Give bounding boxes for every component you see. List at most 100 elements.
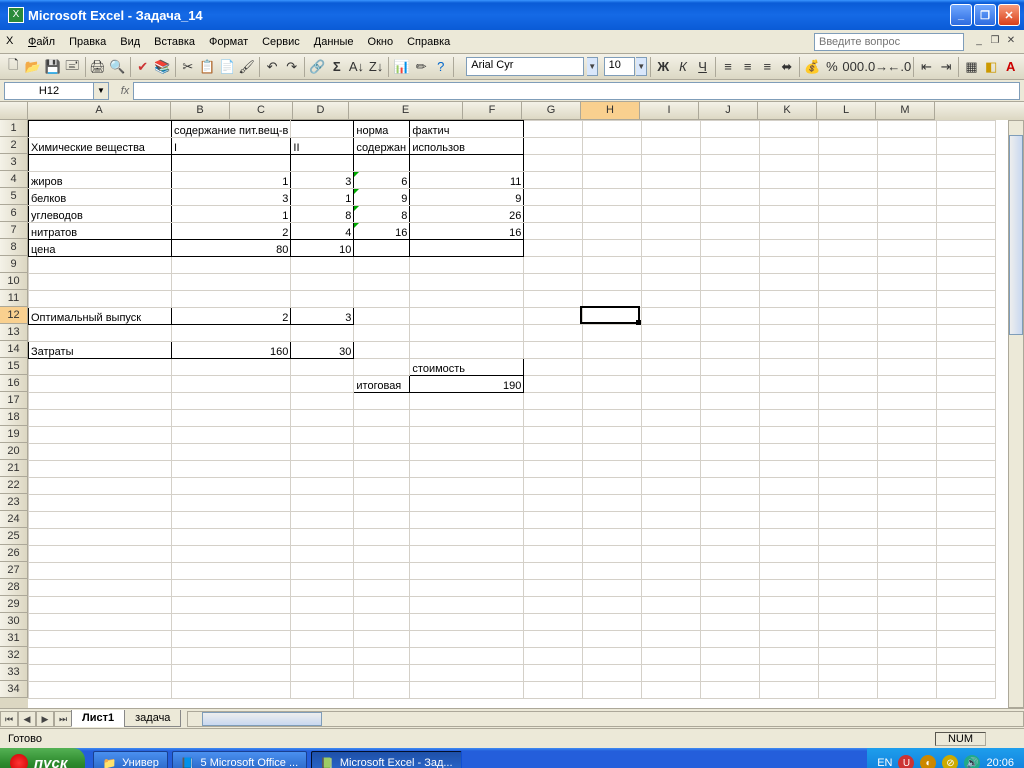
- cell-E17[interactable]: [410, 393, 524, 410]
- cell-F10[interactable]: [524, 274, 583, 291]
- spell-button[interactable]: ✔: [133, 56, 152, 78]
- cell-G3[interactable]: [583, 155, 642, 172]
- cell-J24[interactable]: [760, 512, 819, 529]
- cell-L30[interactable]: [878, 614, 937, 631]
- cell-H26[interactable]: [642, 546, 701, 563]
- cell-M25[interactable]: [937, 529, 996, 546]
- cell-F21[interactable]: [524, 461, 583, 478]
- minimize-button[interactable]: _: [950, 4, 972, 26]
- cell-D16[interactable]: итоговая: [354, 376, 410, 393]
- cell-G23[interactable]: [583, 495, 642, 512]
- formula-bar[interactable]: [133, 82, 1020, 100]
- cell-B25[interactable]: [172, 529, 291, 546]
- select-all-corner[interactable]: [0, 102, 28, 120]
- percent-button[interactable]: %: [823, 56, 842, 78]
- cell-D24[interactable]: [354, 512, 410, 529]
- cell-C33[interactable]: [291, 665, 354, 682]
- cell-D14[interactable]: [354, 342, 410, 359]
- cell-L19[interactable]: [878, 427, 937, 444]
- cell-J29[interactable]: [760, 597, 819, 614]
- cell-C17[interactable]: [291, 393, 354, 410]
- cell-E1[interactable]: фактич: [410, 121, 524, 138]
- cell-D13[interactable]: [354, 325, 410, 342]
- cell-I13[interactable]: [701, 325, 760, 342]
- col-header-D[interactable]: D: [293, 102, 349, 120]
- cell-E3[interactable]: [410, 155, 524, 172]
- cell-I26[interactable]: [701, 546, 760, 563]
- cell-J12[interactable]: [760, 308, 819, 325]
- cell-J33[interactable]: [760, 665, 819, 682]
- row-header-24[interactable]: 24: [0, 511, 28, 528]
- cell-A6[interactable]: углеводов: [29, 206, 172, 223]
- cell-M2[interactable]: [937, 138, 996, 155]
- cell-E4[interactable]: 11: [410, 172, 524, 189]
- cell-I23[interactable]: [701, 495, 760, 512]
- cell-C5[interactable]: 1: [291, 189, 354, 206]
- cell-D18[interactable]: [354, 410, 410, 427]
- cell-D5[interactable]: 9: [354, 189, 410, 206]
- cell-E2[interactable]: использов: [410, 138, 524, 155]
- cell-C14[interactable]: 30: [291, 342, 354, 359]
- cell-H13[interactable]: [642, 325, 701, 342]
- cell-B15[interactable]: [172, 359, 291, 376]
- cell-K5[interactable]: [819, 189, 878, 206]
- vertical-scrollbar[interactable]: [1008, 120, 1024, 708]
- cell-C22[interactable]: [291, 478, 354, 495]
- cell-C12[interactable]: 3: [291, 308, 354, 325]
- borders-button[interactable]: ▦: [962, 56, 981, 78]
- cell-C28[interactable]: [291, 580, 354, 597]
- cell-H27[interactable]: [642, 563, 701, 580]
- cell-C24[interactable]: [291, 512, 354, 529]
- cell-A13[interactable]: [29, 325, 172, 342]
- cell-A9[interactable]: [29, 257, 172, 274]
- cell-M34[interactable]: [937, 682, 996, 699]
- cell-G1[interactable]: [583, 121, 642, 138]
- cell-H21[interactable]: [642, 461, 701, 478]
- cell-E18[interactable]: [410, 410, 524, 427]
- cell-I5[interactable]: [701, 189, 760, 206]
- cell-C19[interactable]: [291, 427, 354, 444]
- cell-L13[interactable]: [878, 325, 937, 342]
- cell-I9[interactable]: [701, 257, 760, 274]
- cell-H7[interactable]: [642, 223, 701, 240]
- cell-B9[interactable]: [172, 257, 291, 274]
- cell-L20[interactable]: [878, 444, 937, 461]
- cell-F3[interactable]: [524, 155, 583, 172]
- font-size-combo[interactable]: 10: [604, 57, 636, 76]
- cell-G29[interactable]: [583, 597, 642, 614]
- cell-I2[interactable]: [701, 138, 760, 155]
- cell-F22[interactable]: [524, 478, 583, 495]
- row-header-32[interactable]: 32: [0, 647, 28, 664]
- cell-G30[interactable]: [583, 614, 642, 631]
- cell-E7[interactable]: 16: [410, 223, 524, 240]
- cell-I20[interactable]: [701, 444, 760, 461]
- cell-D11[interactable]: [354, 291, 410, 308]
- cell-H3[interactable]: [642, 155, 701, 172]
- menu-edit[interactable]: Правка: [63, 34, 112, 50]
- cell-L4[interactable]: [878, 172, 937, 189]
- copy-button[interactable]: 📋: [198, 56, 217, 78]
- cell-C27[interactable]: [291, 563, 354, 580]
- cell-K29[interactable]: [819, 597, 878, 614]
- menu-data[interactable]: Данные: [308, 34, 360, 50]
- cell-L22[interactable]: [878, 478, 937, 495]
- cell-E31[interactable]: [410, 631, 524, 648]
- cell-H2[interactable]: [642, 138, 701, 155]
- cell-I30[interactable]: [701, 614, 760, 631]
- cell-K13[interactable]: [819, 325, 878, 342]
- cell-M28[interactable]: [937, 580, 996, 597]
- cell-I32[interactable]: [701, 648, 760, 665]
- cell-G18[interactable]: [583, 410, 642, 427]
- row-header-21[interactable]: 21: [0, 460, 28, 477]
- cell-I16[interactable]: [701, 376, 760, 393]
- cell-C2[interactable]: II: [291, 138, 354, 155]
- row-header-10[interactable]: 10: [0, 273, 28, 290]
- tab-nav-last[interactable]: ⏭: [54, 711, 72, 727]
- cell-B23[interactable]: [172, 495, 291, 512]
- underline-button[interactable]: Ч: [693, 56, 712, 78]
- cell-L16[interactable]: [878, 376, 937, 393]
- cell-L32[interactable]: [878, 648, 937, 665]
- cell-B27[interactable]: [172, 563, 291, 580]
- cell-J23[interactable]: [760, 495, 819, 512]
- cell-B19[interactable]: [172, 427, 291, 444]
